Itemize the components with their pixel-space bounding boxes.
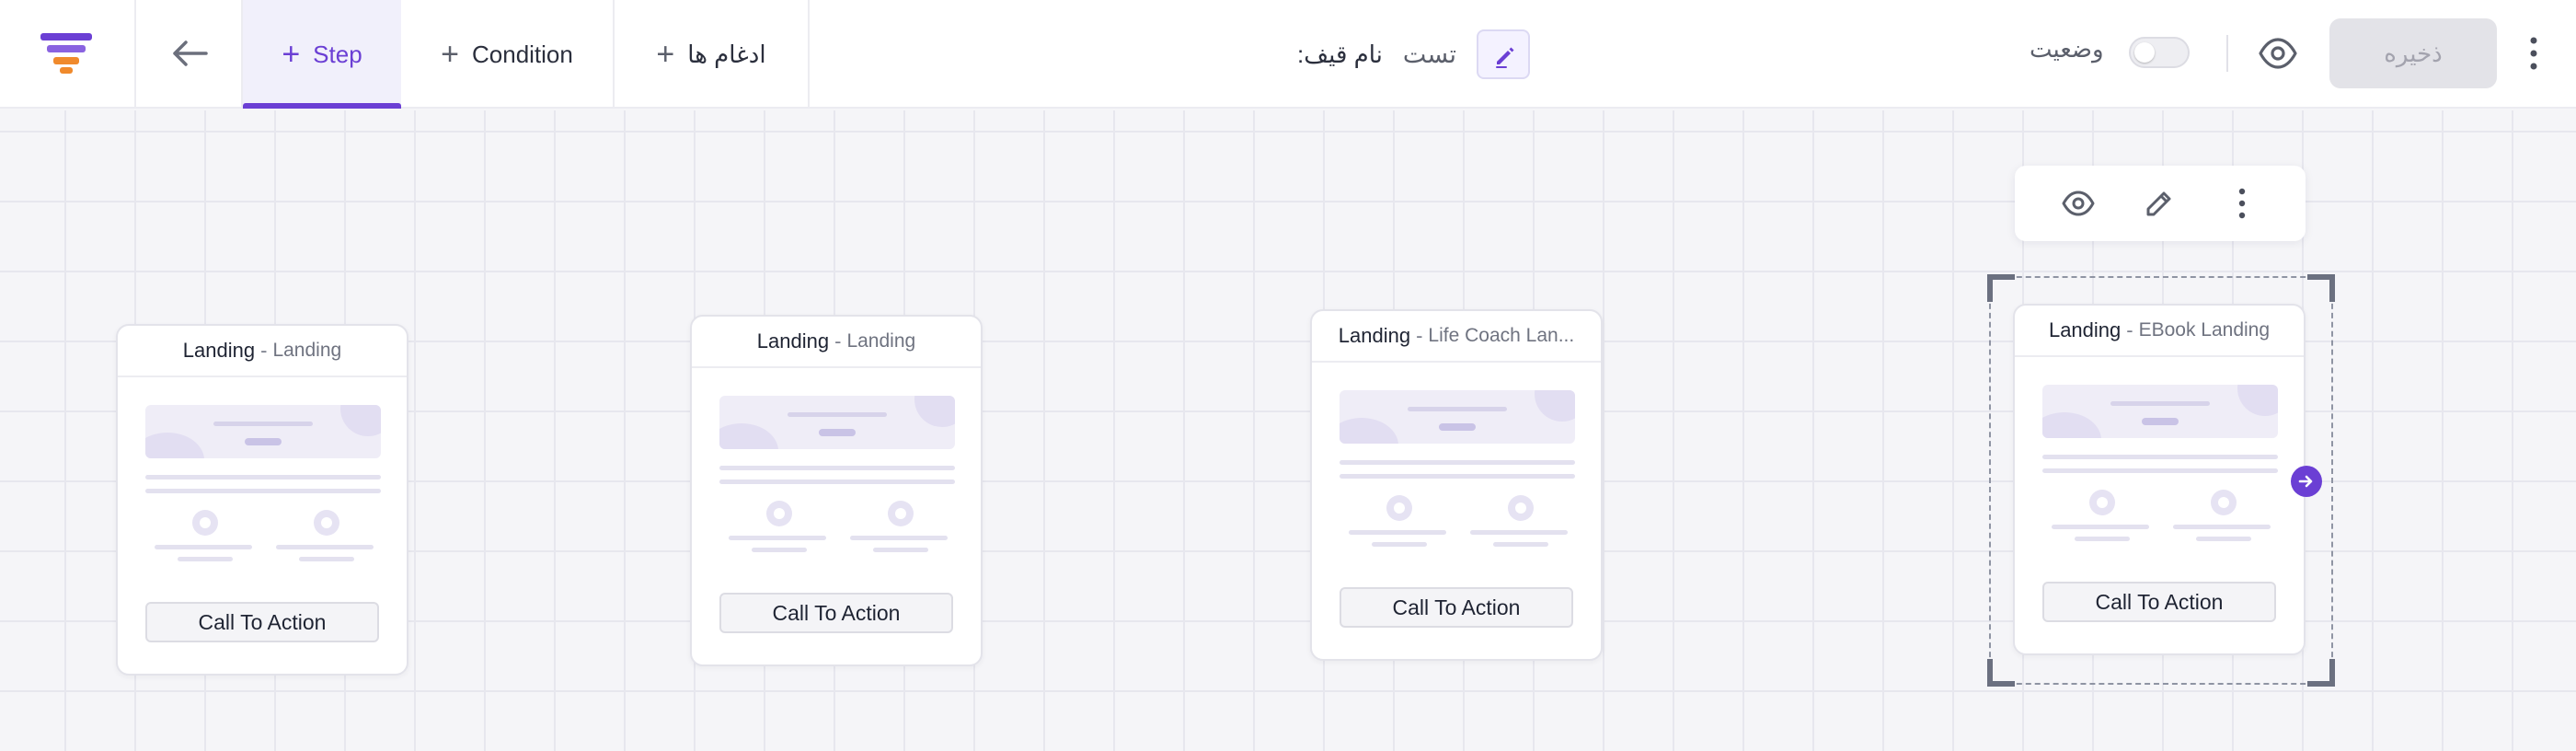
node-type: Landing bbox=[2048, 318, 2122, 341]
node-name: EBook Landing bbox=[2138, 319, 2271, 341]
tab-label: Condition bbox=[472, 40, 573, 68]
node-title-separator: - bbox=[834, 329, 842, 352]
page-thumbnail bbox=[719, 396, 955, 560]
node-more-button[interactable] bbox=[2223, 184, 2261, 223]
node-title-separator: - bbox=[1416, 324, 1423, 347]
node-title: Landing - Life Coach Lan... bbox=[1312, 311, 1601, 363]
arrow-right-circle-icon bbox=[2298, 475, 2313, 488]
node-connector-handle[interactable] bbox=[2291, 466, 2322, 497]
tab-add-condition[interactable]: + Condition bbox=[401, 0, 615, 109]
divider bbox=[2226, 35, 2228, 72]
thumbnail-features bbox=[2042, 490, 2278, 549]
call-to-action-button[interactable]: Call To Action bbox=[1340, 587, 1573, 628]
thumbnail-features bbox=[1340, 495, 1575, 554]
thumbnail-hero bbox=[1340, 390, 1575, 444]
thumbnail-features bbox=[719, 501, 955, 560]
more-vertical-icon bbox=[2530, 37, 2537, 70]
funnel-logo-icon bbox=[40, 33, 92, 74]
node-name: Life Coach Lan... bbox=[1428, 325, 1575, 346]
node-name: Landing bbox=[272, 340, 342, 361]
thumbnail-text-lines bbox=[719, 466, 955, 484]
node-title-separator: - bbox=[260, 339, 268, 362]
tab-label: Step bbox=[313, 40, 362, 68]
funnel-name-group: :نام قیف تست bbox=[1297, 28, 1531, 81]
page-thumbnail bbox=[1340, 390, 1575, 554]
funnel-name-label: :نام قیف bbox=[1297, 40, 1383, 68]
thumbnail-text-lines bbox=[145, 475, 381, 493]
node-action-toolbar bbox=[2015, 166, 2306, 241]
more-menu-button[interactable] bbox=[2523, 33, 2545, 74]
node-type: Landing bbox=[182, 339, 256, 362]
resize-handle[interactable] bbox=[1987, 659, 2015, 687]
node-title-separator: - bbox=[2126, 318, 2133, 341]
node-type: Landing bbox=[756, 329, 830, 352]
call-to-action-button[interactable]: Call To Action bbox=[2042, 582, 2276, 622]
funnel-canvas[interactable]: Landing - Landing Call To Action Landing… bbox=[0, 110, 2576, 751]
preview-node-button[interactable] bbox=[2059, 184, 2098, 223]
node-name: Landing bbox=[846, 330, 916, 352]
funnel-step-node-selected[interactable]: Landing - EBook Landing Call To Action bbox=[2013, 304, 2306, 655]
top-toolbar: + Step + Condition + ادغام ها :نام قیف ت… bbox=[0, 0, 2576, 109]
resize-handle[interactable] bbox=[2307, 274, 2335, 302]
save-button[interactable]: ذخیره bbox=[2329, 18, 2497, 88]
funnel-step-node[interactable]: Landing - Life Coach Lan... Call To Acti… bbox=[1310, 309, 1603, 661]
thumbnail-hero bbox=[719, 396, 955, 449]
tab-add-step[interactable]: + Step bbox=[243, 0, 401, 109]
funnel-step-node[interactable]: Landing - Landing Call To Action bbox=[116, 324, 408, 676]
page-thumbnail bbox=[2042, 385, 2278, 549]
plus-icon: + bbox=[441, 37, 459, 72]
eye-icon bbox=[2259, 38, 2297, 69]
node-title: Landing - Landing bbox=[692, 317, 981, 368]
tab-add-integrations[interactable]: + ادغام ها bbox=[615, 0, 810, 109]
pencil-icon bbox=[1496, 47, 1514, 68]
node-title: Landing - EBook Landing bbox=[2015, 306, 2304, 357]
preview-button[interactable] bbox=[2256, 31, 2300, 75]
node-type: Landing bbox=[1338, 324, 1411, 347]
tab-label: ادغام ها bbox=[687, 40, 766, 68]
app-logo[interactable] bbox=[0, 0, 136, 109]
pencil-icon bbox=[2146, 191, 2171, 216]
arrow-left-icon bbox=[173, 40, 208, 66]
eye-icon bbox=[2062, 191, 2095, 216]
back-button[interactable] bbox=[136, 0, 243, 109]
status-label: وضعیت bbox=[2030, 35, 2104, 63]
plus-icon: + bbox=[282, 37, 301, 72]
page-thumbnail bbox=[145, 405, 381, 569]
toggle-knob bbox=[2134, 42, 2155, 63]
edit-funnel-name-button[interactable] bbox=[1477, 29, 1531, 79]
thumbnail-hero bbox=[2042, 385, 2278, 438]
call-to-action-button[interactable]: Call To Action bbox=[145, 602, 379, 642]
node-title: Landing - Landing bbox=[118, 326, 407, 377]
funnel-name-value: تست bbox=[1402, 40, 1457, 68]
funnel-step-node[interactable]: Landing - Landing Call To Action bbox=[690, 315, 983, 666]
status-toggle[interactable] bbox=[2129, 37, 2190, 68]
edit-node-button[interactable] bbox=[2140, 184, 2179, 223]
thumbnail-features bbox=[145, 510, 381, 569]
more-vertical-icon bbox=[2238, 188, 2246, 219]
thumbnail-text-lines bbox=[1340, 460, 1575, 479]
call-to-action-button[interactable]: Call To Action bbox=[719, 593, 953, 633]
resize-handle[interactable] bbox=[1987, 274, 2015, 302]
thumbnail-text-lines bbox=[2042, 455, 2278, 473]
thumbnail-hero bbox=[145, 405, 381, 458]
plus-icon: + bbox=[656, 37, 675, 72]
resize-handle[interactable] bbox=[2307, 659, 2335, 687]
